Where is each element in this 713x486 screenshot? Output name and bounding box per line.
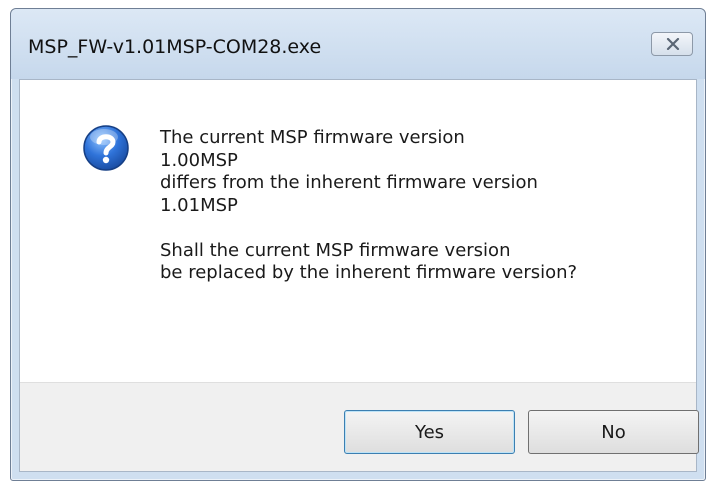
message-area: The current MSP firmware version 1.00MSP…	[20, 80, 696, 382]
close-icon	[666, 38, 680, 50]
title-bar[interactable]: MSP_FW-v1.01MSP-COM28.exe	[11, 9, 705, 79]
yes-button[interactable]: Yes	[344, 410, 515, 454]
message-line	[160, 217, 577, 240]
message-text: The current MSP firmware version 1.00MSP…	[160, 127, 577, 285]
dialog-body: The current MSP firmware version 1.00MSP…	[19, 79, 699, 472]
message-line: 1.00MSP	[160, 149, 238, 171]
message-line: be replaced by the inherent firmware ver…	[160, 262, 578, 283]
message-line: The current MSP firmware version	[160, 127, 465, 148]
message-dialog: MSP_FW-v1.01MSP-COM28.exe The current MS…	[10, 8, 706, 481]
question-icon	[83, 125, 129, 171]
no-button[interactable]: No	[528, 410, 699, 454]
button-bar: Yes No	[20, 382, 699, 471]
window-title: MSP_FW-v1.01MSP-COM28.exe	[28, 36, 322, 58]
message-line: differs from the inherent firmware versi…	[160, 172, 538, 193]
message-line: Shall the current MSP firmware version	[160, 239, 511, 261]
close-button[interactable]	[651, 32, 693, 56]
message-line: 1.01MSP	[160, 194, 238, 216]
